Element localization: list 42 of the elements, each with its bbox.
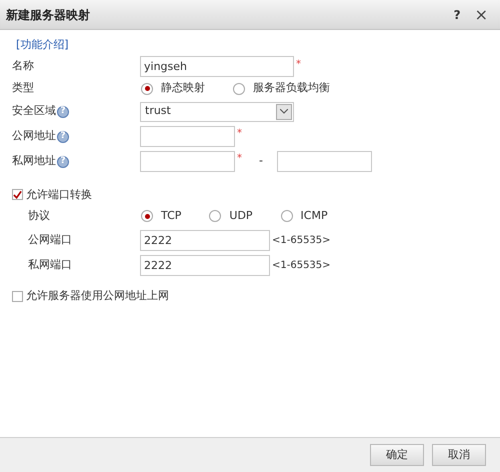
range-hint: <1-65535>: [272, 234, 331, 248]
caret-icon: [280, 109, 288, 114]
input-field[interactable]: yingseh: [140, 56, 294, 77]
checkbox-label: 允许端口转换: [26, 186, 92, 202]
input-field[interactable]: 2222: [140, 230, 270, 250]
range-hint: <1-65535>: [272, 258, 331, 272]
window-title: 新建服务器映射: [6, 6, 91, 24]
help-button[interactable]: ?: [454, 6, 461, 24]
dialog-button[interactable]: 取消: [432, 444, 486, 466]
input-field[interactable]: 2222: [140, 254, 270, 276]
checkbox[interactable]: [12, 290, 23, 302]
dialog-button[interactable]: 确定: [370, 444, 424, 466]
checkbox-label: 允许服务器使用公网地址上网: [26, 288, 169, 304]
field-label: 私网地址: [12, 153, 56, 170]
field-label: 类型: [12, 80, 34, 96]
input-field[interactable]: [140, 151, 235, 172]
field-label: 公网地址: [12, 128, 56, 144]
radio-button[interactable]: [141, 210, 153, 222]
range-separator: -: [259, 153, 263, 170]
required-mark: *: [237, 152, 242, 166]
field-label: 名称: [12, 58, 34, 74]
field-label: 安全区域: [12, 103, 56, 120]
checkbox[interactable]: [12, 189, 23, 200]
field-label: 私网端口: [28, 256, 72, 273]
intro-link[interactable]: [功能介绍]: [16, 37, 69, 54]
radio-label: UDP: [229, 208, 253, 224]
radio-button[interactable]: [233, 82, 245, 94]
radio-label: 服务器负载均衡: [253, 80, 330, 96]
required-mark: *: [237, 126, 242, 140]
zone-dropdown[interactable]: trust: [140, 102, 294, 122]
close-button[interactable]: ×: [474, 2, 488, 26]
input-field[interactable]: [140, 126, 235, 147]
radio-label: 静态映射: [161, 80, 205, 96]
radio-button[interactable]: [280, 210, 293, 222]
field-label: 公网端口: [28, 232, 72, 248]
input-field[interactable]: [276, 151, 372, 172]
field-label: 协议: [28, 208, 50, 224]
required-mark: *: [296, 58, 301, 72]
radio-label: TCP: [161, 208, 182, 224]
radio-label: ICMP: [300, 208, 328, 224]
radio-button[interactable]: [209, 210, 222, 222]
radio-button[interactable]: [141, 82, 153, 94]
